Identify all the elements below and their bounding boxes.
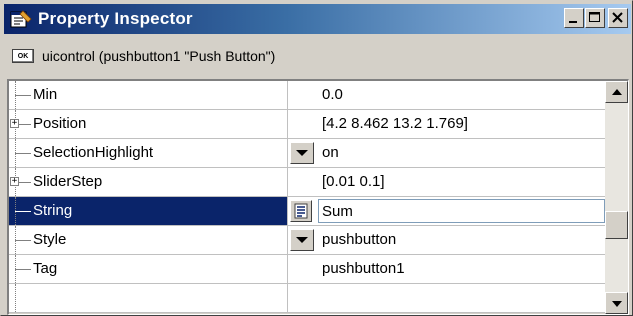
expand-plus-icon[interactable]: +	[10, 119, 19, 128]
property-name: SliderStep	[33, 173, 103, 190]
property-row-partial	[9, 284, 605, 313]
tree-line	[15, 284, 16, 312]
property-name-cell[interactable]: + SliderStep	[9, 168, 288, 196]
tree-branch	[15, 240, 31, 241]
property-value-cell[interactable]: pushbutton	[288, 226, 605, 254]
property-value: on	[322, 144, 339, 161]
property-value: [4.2 8.462 13.2 1.769]	[322, 115, 468, 132]
property-value-cell[interactable]: pushbutton1	[288, 255, 605, 283]
property-name-cell[interactable]: + Position	[9, 110, 288, 138]
scroll-thumb[interactable]	[605, 211, 628, 239]
maximize-button[interactable]	[585, 8, 605, 28]
maximize-icon	[589, 12, 600, 22]
property-name: Style	[33, 231, 67, 248]
scroll-down-button[interactable]	[605, 292, 628, 314]
property-value-cell[interactable]: on	[288, 139, 605, 167]
property-name-cell[interactable]: SelectionHighlight	[9, 139, 288, 167]
property-row[interactable]: Tag pushbutton1	[9, 255, 605, 284]
property-value-cell[interactable]: [4.2 8.462 13.2 1.769]	[288, 110, 605, 138]
property-name: Tag	[33, 260, 58, 277]
scroll-up-button[interactable]	[605, 81, 628, 103]
object-label: uicontrol (pushbutton1 "Push Button")	[42, 48, 276, 64]
property-row[interactable]: SelectionHighlight on	[9, 139, 605, 168]
dropdown-arrow-icon[interactable]	[290, 229, 314, 251]
property-name-cell[interactable]: String	[9, 197, 288, 225]
uicontrol-icon: OK	[12, 49, 34, 63]
property-value-cell[interactable]: 0.0	[288, 81, 605, 109]
property-value: 0.0	[322, 86, 343, 103]
property-grid: Min 0.0 + Position [4.2 8.462 13.2 1.769] Sel…	[7, 79, 629, 315]
property-row[interactable]: Min 0.0	[9, 81, 605, 110]
property-inspector-app-icon	[10, 9, 32, 29]
property-name: Position	[33, 115, 87, 132]
property-name: Min	[33, 86, 58, 103]
property-inspector-window: Property Inspector OK uicontrol (pushbut…	[0, 0, 633, 316]
property-value-cell	[288, 284, 605, 312]
property-value-cell[interactable]: [0.01 0.1]	[288, 168, 605, 196]
vertical-scrollbar[interactable]	[605, 81, 628, 314]
tree-branch	[15, 153, 31, 154]
edit-text-icon[interactable]	[290, 200, 312, 222]
property-value: [0.01 0.1]	[322, 173, 385, 190]
string-value-input[interactable]	[318, 199, 605, 223]
dropdown-arrow-icon[interactable]	[290, 142, 314, 164]
property-rows: Min 0.0 + Position [4.2 8.462 13.2 1.769] Sel…	[9, 81, 605, 313]
title-buttons	[563, 8, 628, 28]
property-value: pushbutton	[322, 231, 397, 248]
title-bar[interactable]: Property Inspector	[4, 4, 631, 34]
minimize-icon	[569, 21, 577, 23]
property-row[interactable]: + Position [4.2 8.462 13.2 1.769]	[9, 110, 605, 139]
tree-branch	[15, 95, 31, 96]
expand-plus-icon[interactable]: +	[10, 177, 19, 186]
property-row[interactable]: String	[9, 197, 605, 226]
property-value: pushbutton1	[322, 260, 405, 277]
minimize-button[interactable]	[564, 8, 584, 28]
property-value-cell[interactable]	[288, 197, 605, 225]
tree-branch	[15, 211, 31, 212]
property-name: SelectionHighlight	[33, 144, 154, 161]
object-selector[interactable]: OK uicontrol (pushbutton1 "Push Button")	[4, 38, 631, 74]
property-name-cell[interactable]: Min	[9, 81, 288, 109]
property-name-cell[interactable]: Style	[9, 226, 288, 254]
property-row[interactable]: + SliderStep [0.01 0.1]	[9, 168, 605, 197]
window-title: Property Inspector	[38, 9, 193, 28]
close-icon	[612, 12, 623, 23]
property-name-cell[interactable]: Tag	[9, 255, 288, 283]
tree-branch	[15, 269, 31, 270]
close-button[interactable]	[608, 8, 628, 28]
property-name: String	[33, 202, 73, 219]
property-name-cell	[9, 284, 288, 312]
property-row[interactable]: Style pushbutton	[9, 226, 605, 255]
